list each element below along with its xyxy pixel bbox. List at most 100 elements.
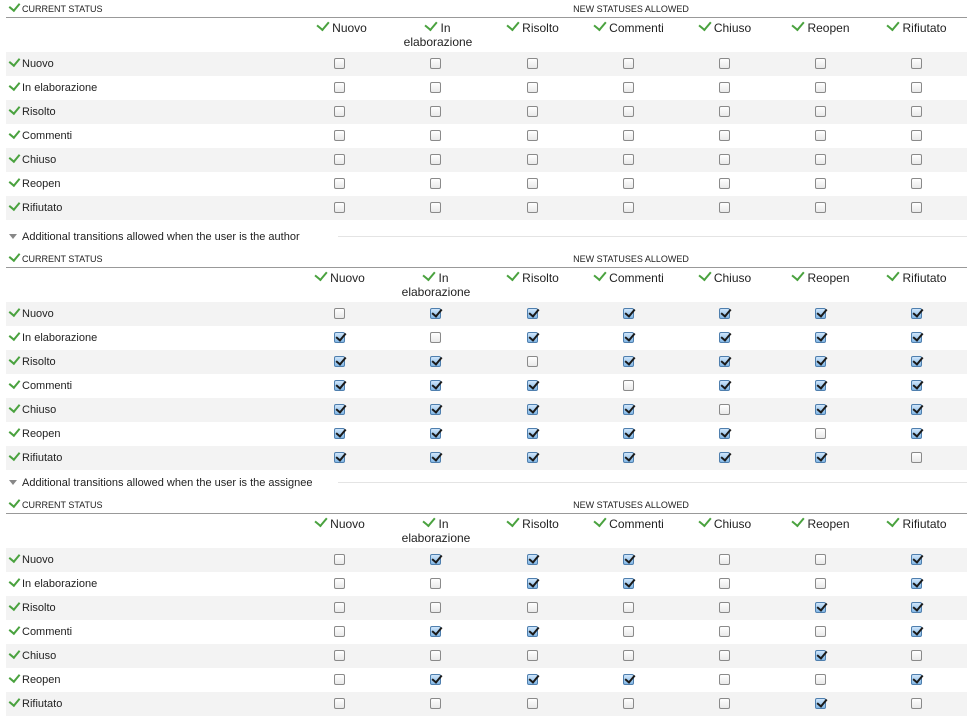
- transition-checkbox[interactable]: [911, 452, 922, 463]
- section-toggle[interactable]: Additional transitions allowed when the …: [9, 475, 312, 491]
- transition-checkbox[interactable]: [334, 308, 345, 319]
- transition-checkbox[interactable]: [623, 154, 634, 165]
- transition-checkbox[interactable]: [719, 602, 730, 613]
- transition-checkbox[interactable]: [334, 130, 345, 141]
- transition-checkbox[interactable]: [527, 650, 538, 661]
- transition-checkbox[interactable]: [334, 428, 345, 439]
- transition-checkbox[interactable]: [430, 356, 441, 367]
- transition-checkbox[interactable]: [430, 332, 441, 343]
- transition-checkbox[interactable]: [719, 332, 730, 343]
- transition-checkbox[interactable]: [815, 578, 826, 589]
- transition-checkbox[interactable]: [334, 356, 345, 367]
- transition-checkbox[interactable]: [911, 308, 922, 319]
- section-toggle[interactable]: Additional transitions allowed when the …: [9, 229, 300, 245]
- transition-checkbox[interactable]: [430, 626, 441, 637]
- transition-checkbox[interactable]: [911, 428, 922, 439]
- transition-checkbox[interactable]: [815, 452, 826, 463]
- transition-checkbox[interactable]: [911, 650, 922, 661]
- transition-checkbox[interactable]: [719, 82, 730, 93]
- transition-checkbox[interactable]: [623, 332, 634, 343]
- transition-checkbox[interactable]: [911, 202, 922, 213]
- transition-checkbox[interactable]: [719, 674, 730, 685]
- transition-checkbox[interactable]: [334, 154, 345, 165]
- transition-checkbox[interactable]: [334, 82, 345, 93]
- transition-checkbox[interactable]: [623, 178, 634, 189]
- transition-checkbox[interactable]: [719, 130, 730, 141]
- transition-checkbox[interactable]: [911, 106, 922, 117]
- transition-checkbox[interactable]: [334, 698, 345, 709]
- transition-checkbox[interactable]: [623, 308, 634, 319]
- transition-checkbox[interactable]: [815, 332, 826, 343]
- transition-checkbox[interactable]: [815, 58, 826, 69]
- transition-checkbox[interactable]: [815, 428, 826, 439]
- transition-checkbox[interactable]: [334, 626, 345, 637]
- transition-checkbox[interactable]: [527, 82, 538, 93]
- transition-checkbox[interactable]: [815, 154, 826, 165]
- transition-checkbox[interactable]: [334, 332, 345, 343]
- transition-checkbox[interactable]: [719, 428, 730, 439]
- transition-checkbox[interactable]: [719, 554, 730, 565]
- transition-checkbox[interactable]: [430, 452, 441, 463]
- transition-checkbox[interactable]: [719, 178, 730, 189]
- transition-checkbox[interactable]: [719, 650, 730, 661]
- transition-checkbox[interactable]: [527, 130, 538, 141]
- transition-checkbox[interactable]: [815, 356, 826, 367]
- transition-checkbox[interactable]: [623, 698, 634, 709]
- transition-checkbox[interactable]: [334, 380, 345, 391]
- transition-checkbox[interactable]: [334, 106, 345, 117]
- transition-checkbox[interactable]: [719, 380, 730, 391]
- transition-checkbox[interactable]: [527, 674, 538, 685]
- transition-checkbox[interactable]: [430, 578, 441, 589]
- transition-checkbox[interactable]: [430, 106, 441, 117]
- transition-checkbox[interactable]: [911, 698, 922, 709]
- transition-checkbox[interactable]: [623, 130, 634, 141]
- transition-checkbox[interactable]: [430, 82, 441, 93]
- transition-checkbox[interactable]: [815, 404, 826, 415]
- transition-checkbox[interactable]: [430, 130, 441, 141]
- transition-checkbox[interactable]: [623, 674, 634, 685]
- transition-checkbox[interactable]: [334, 452, 345, 463]
- transition-checkbox[interactable]: [911, 554, 922, 565]
- transition-checkbox[interactable]: [719, 452, 730, 463]
- transition-checkbox[interactable]: [334, 674, 345, 685]
- transition-checkbox[interactable]: [527, 626, 538, 637]
- transition-checkbox[interactable]: [334, 404, 345, 415]
- transition-checkbox[interactable]: [911, 602, 922, 613]
- transition-checkbox[interactable]: [623, 428, 634, 439]
- transition-checkbox[interactable]: [527, 428, 538, 439]
- transition-checkbox[interactable]: [527, 332, 538, 343]
- transition-checkbox[interactable]: [527, 178, 538, 189]
- transition-checkbox[interactable]: [430, 650, 441, 661]
- transition-checkbox[interactable]: [911, 626, 922, 637]
- transition-checkbox[interactable]: [911, 58, 922, 69]
- transition-checkbox[interactable]: [911, 130, 922, 141]
- transition-checkbox[interactable]: [815, 178, 826, 189]
- transition-checkbox[interactable]: [623, 82, 634, 93]
- transition-checkbox[interactable]: [719, 578, 730, 589]
- transition-checkbox[interactable]: [911, 674, 922, 685]
- transition-checkbox[interactable]: [815, 674, 826, 685]
- transition-checkbox[interactable]: [527, 380, 538, 391]
- transition-checkbox[interactable]: [334, 602, 345, 613]
- transition-checkbox[interactable]: [815, 602, 826, 613]
- transition-checkbox[interactable]: [430, 308, 441, 319]
- transition-checkbox[interactable]: [527, 356, 538, 367]
- transition-checkbox[interactable]: [815, 650, 826, 661]
- transition-checkbox[interactable]: [527, 404, 538, 415]
- transition-checkbox[interactable]: [430, 202, 441, 213]
- transition-checkbox[interactable]: [911, 82, 922, 93]
- transition-checkbox[interactable]: [623, 202, 634, 213]
- transition-checkbox[interactable]: [719, 58, 730, 69]
- transition-checkbox[interactable]: [815, 380, 826, 391]
- transition-checkbox[interactable]: [815, 202, 826, 213]
- transition-checkbox[interactable]: [623, 106, 634, 117]
- transition-checkbox[interactable]: [527, 578, 538, 589]
- transition-checkbox[interactable]: [334, 578, 345, 589]
- transition-checkbox[interactable]: [334, 178, 345, 189]
- transition-checkbox[interactable]: [623, 650, 634, 661]
- transition-checkbox[interactable]: [527, 106, 538, 117]
- transition-checkbox[interactable]: [911, 178, 922, 189]
- transition-checkbox[interactable]: [911, 578, 922, 589]
- transition-checkbox[interactable]: [527, 202, 538, 213]
- transition-checkbox[interactable]: [815, 308, 826, 319]
